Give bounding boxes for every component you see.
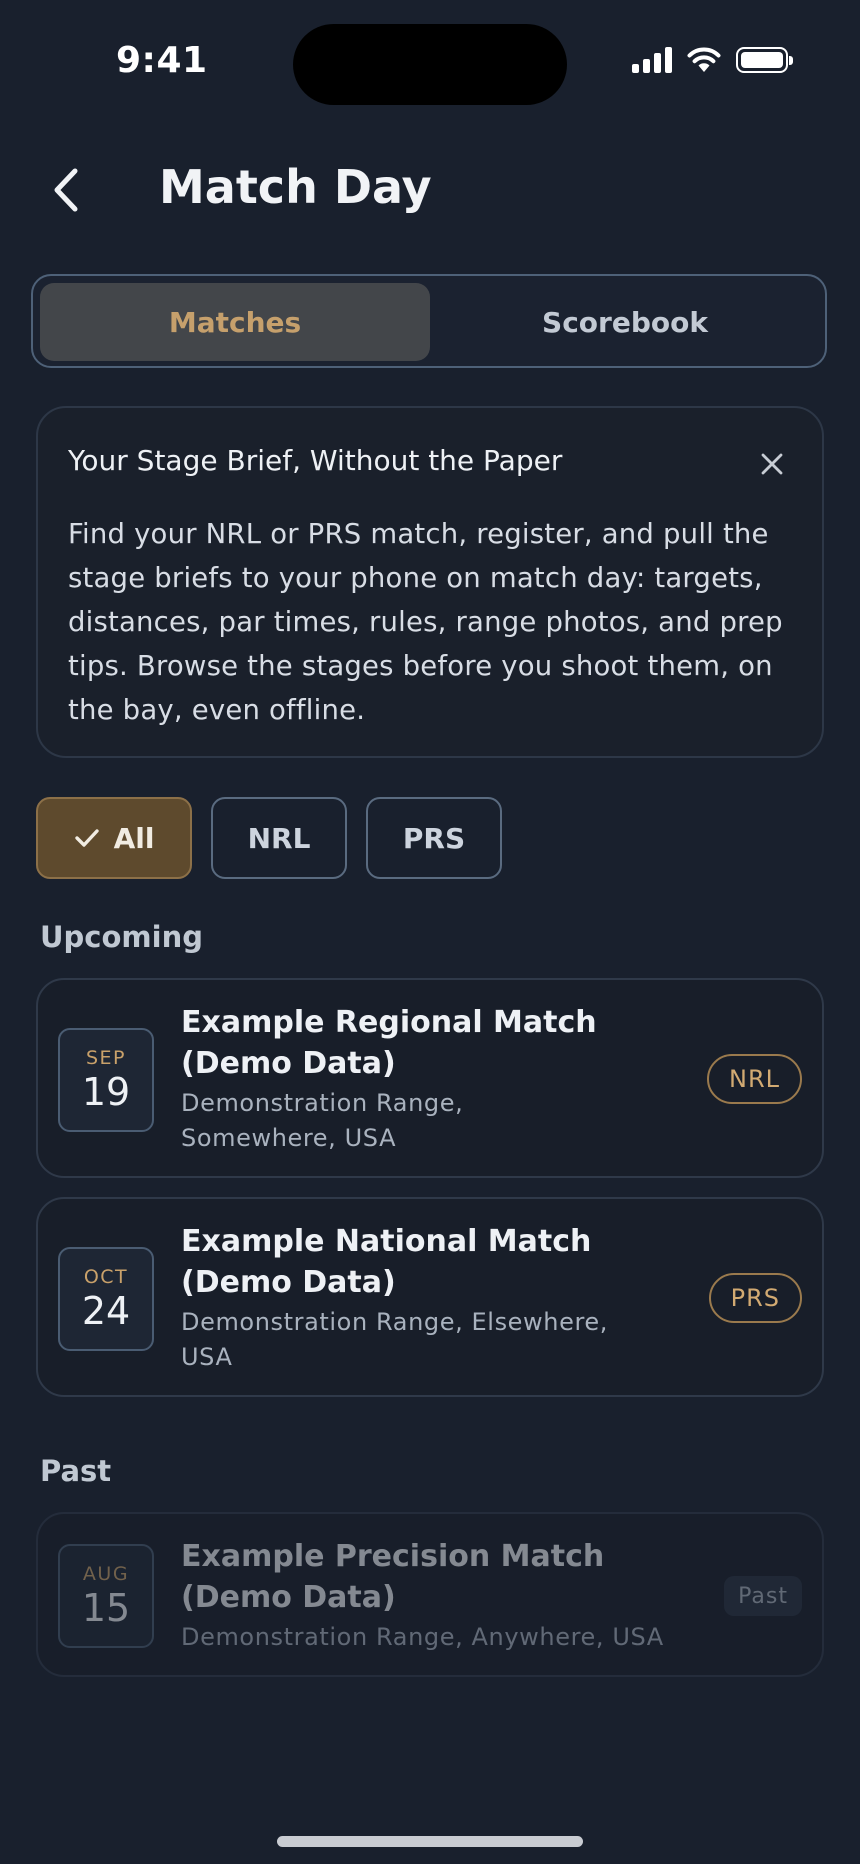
match-info: Example Precision Match (Demo Data) Demo… xyxy=(181,1536,701,1655)
home-indicator[interactable] xyxy=(277,1836,583,1847)
tab-scorebook[interactable]: Scorebook xyxy=(430,283,820,361)
segmented-control: Matches Scorebook xyxy=(31,274,827,368)
cellular-signal-icon xyxy=(632,47,672,73)
stage-brief-info-card: Your Stage Brief, Without the Paper Find… xyxy=(36,406,824,758)
filter-chips: All NRL PRS xyxy=(36,797,502,879)
filter-chip-all-label: All xyxy=(113,821,155,855)
date-day: 15 xyxy=(81,1586,131,1630)
battery-icon xyxy=(736,47,793,73)
status-icons xyxy=(632,46,793,74)
match-location: Demonstration Range, Somewhere, USA xyxy=(181,1089,464,1152)
past-badge: Past xyxy=(724,1576,802,1616)
dismiss-button[interactable] xyxy=(752,444,792,484)
match-card[interactable]: SEP 19 Example Regional Match (Demo Data… xyxy=(36,978,824,1178)
page-title: Match Day xyxy=(159,160,432,214)
section-header-past: Past xyxy=(40,1454,112,1488)
close-icon xyxy=(761,453,783,475)
filter-chip-nrl[interactable]: NRL xyxy=(211,797,347,879)
status-bar: 9:41 xyxy=(0,0,860,130)
match-name: Example Precision Match (Demo Data) xyxy=(181,1539,605,1615)
navigation-bar: Match Day xyxy=(0,150,860,230)
filter-chip-prs[interactable]: PRS xyxy=(366,797,502,879)
match-name: Example Regional Match (Demo Data) xyxy=(181,1005,597,1081)
date-month: AUG xyxy=(82,1563,130,1585)
date-badge: AUG 15 xyxy=(58,1544,154,1648)
league-badge: PRS xyxy=(708,1273,802,1323)
match-card-past[interactable]: AUG 15 Example Precision Match (Demo Dat… xyxy=(36,1512,824,1677)
date-badge: OCT 24 xyxy=(58,1247,154,1351)
dynamic-island xyxy=(293,24,567,105)
checkmark-icon xyxy=(74,829,99,847)
match-location: Demonstration Range, Elsewhere, USA xyxy=(181,1308,608,1371)
info-card-title: Your Stage Brief, Without the Paper xyxy=(68,444,563,477)
section-header-upcoming: Upcoming xyxy=(40,920,203,954)
league-badge: NRL xyxy=(707,1054,802,1104)
date-month: SEP xyxy=(85,1047,127,1069)
match-info: Example National Match (Demo Data) Demon… xyxy=(181,1221,621,1375)
wifi-icon xyxy=(687,47,721,72)
date-day: 24 xyxy=(81,1289,131,1333)
tab-matches[interactable]: Matches xyxy=(40,283,430,361)
match-location: Demonstration Range, Anywhere, USA xyxy=(181,1623,664,1651)
chevron-left-icon xyxy=(54,168,78,212)
status-time: 9:41 xyxy=(116,40,208,81)
filter-chip-all[interactable]: All xyxy=(36,797,192,879)
date-month: OCT xyxy=(83,1266,129,1288)
match-name: Example National Match (Demo Data) xyxy=(181,1224,592,1300)
date-badge: SEP 19 xyxy=(58,1028,154,1132)
back-button[interactable] xyxy=(38,162,94,218)
info-card-body: Find your NRL or PRS match, register, an… xyxy=(68,518,783,726)
date-day: 19 xyxy=(81,1070,131,1114)
match-info: Example Regional Match (Demo Data) Demon… xyxy=(181,1002,621,1156)
match-card[interactable]: OCT 24 Example National Match (Demo Data… xyxy=(36,1197,824,1397)
